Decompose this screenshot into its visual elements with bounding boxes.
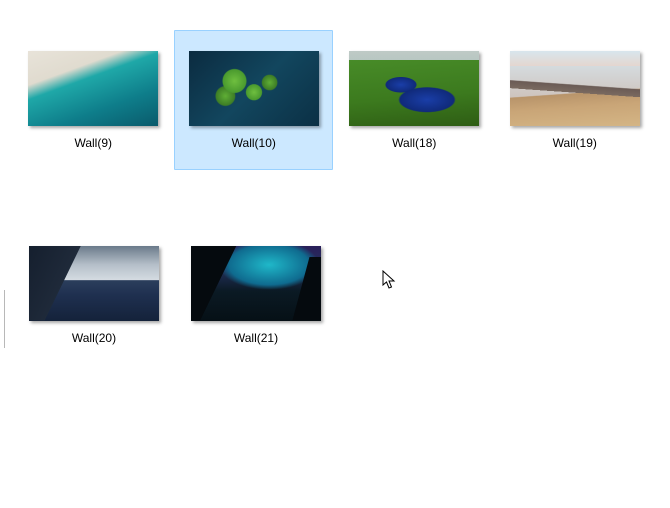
file-label: Wall(9) — [74, 136, 112, 150]
file-thumbnail — [349, 51, 479, 126]
file-row: Wall(20) Wall(21) — [14, 225, 656, 365]
file-item[interactable]: Wall(20) — [14, 225, 174, 365]
file-item[interactable]: Wall(10) — [174, 30, 333, 170]
vertical-separator — [4, 290, 5, 348]
file-row: Wall(9) Wall(10) Wall(18) Wall(19) — [14, 30, 656, 170]
file-item[interactable]: Wall(9) — [14, 30, 172, 170]
file-thumbnail — [189, 51, 319, 126]
file-thumbnail — [29, 246, 159, 321]
file-grid: Wall(9) Wall(10) Wall(18) Wall(19) Wall(… — [0, 0, 670, 420]
file-label: Wall(20) — [72, 331, 116, 345]
file-label: Wall(21) — [234, 331, 278, 345]
file-thumbnail — [28, 51, 158, 126]
file-item[interactable]: Wall(21) — [176, 225, 336, 365]
file-label: Wall(18) — [392, 136, 436, 150]
file-label: Wall(19) — [553, 136, 597, 150]
file-label: Wall(10) — [232, 136, 276, 150]
file-item[interactable]: Wall(19) — [496, 30, 654, 170]
file-thumbnail — [191, 246, 321, 321]
file-item[interactable]: Wall(18) — [335, 30, 493, 170]
file-thumbnail — [510, 51, 640, 126]
